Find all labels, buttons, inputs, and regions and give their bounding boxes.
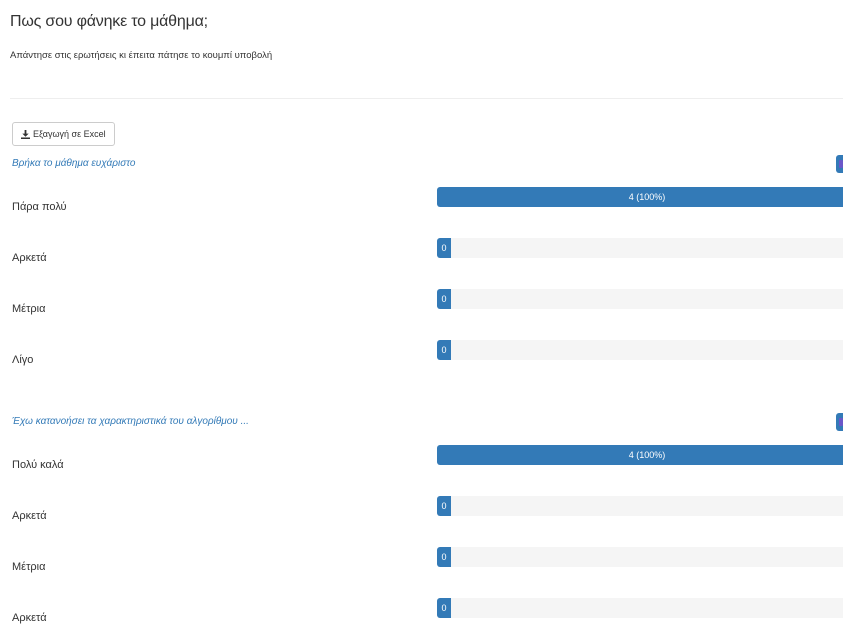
- progress-bar: 4 (100%): [437, 445, 843, 465]
- option-label: Αρκετά: [12, 252, 47, 264]
- progress-bar: 0: [437, 598, 843, 618]
- progress-bar-fill: 4 (100%): [437, 445, 843, 465]
- question-marker: [836, 155, 843, 173]
- progress-bar-fill: 0: [437, 598, 451, 618]
- option-label: Πολύ καλά: [12, 459, 64, 471]
- progress-bar-fill: 0: [437, 496, 451, 516]
- question-marker: [836, 413, 843, 431]
- divider: [10, 98, 843, 99]
- progress-bar-fill: 0: [437, 289, 451, 309]
- progress-bar-fill: 0: [437, 547, 451, 567]
- progress-bar: 0: [437, 496, 843, 516]
- option-label: Αρκετά: [12, 510, 47, 522]
- page-subtitle: Απάντησε στις ερωτήσεις κι έπειτα πάτησε…: [10, 50, 273, 61]
- option-label: Μέτρια: [12, 561, 46, 573]
- progress-bar-fill: 0: [437, 340, 451, 360]
- progress-bar-fill: 0: [437, 238, 451, 258]
- option-label: Αρκετά: [12, 612, 47, 624]
- export-excel-label: Εξαγωγή σε Excel: [33, 129, 106, 139]
- question-title: Βρήκα το μάθημα ευχάριστο: [12, 158, 136, 169]
- progress-bar: 0: [437, 340, 843, 360]
- option-label: Πάρα πολύ: [12, 201, 67, 213]
- option-label: Μέτρια: [12, 303, 46, 315]
- question-title: Έχω κατανοήσει τα χαρακτηριστικά του αλγ…: [12, 416, 249, 427]
- export-excel-button[interactable]: Εξαγωγή σε Excel: [12, 122, 115, 146]
- progress-bar: 4 (100%): [437, 187, 843, 207]
- progress-bar: 0: [437, 547, 843, 567]
- page-title: Πως σου φάνηκε το μάθημα;: [10, 13, 208, 30]
- progress-bar: 0: [437, 289, 843, 309]
- progress-bar: 0: [437, 238, 843, 258]
- download-icon: [21, 129, 30, 139]
- progress-bar-fill: 4 (100%): [437, 187, 843, 207]
- option-label: Λίγο: [12, 354, 34, 366]
